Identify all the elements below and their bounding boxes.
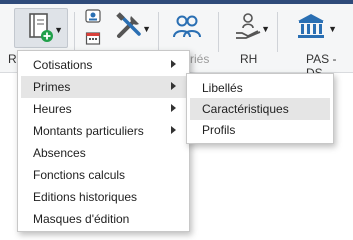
menu-item-editions-historiques[interactable]: Editions historiques (21, 186, 186, 208)
menu-item-fonctions-calculs[interactable]: Fonctions calculs (21, 164, 186, 186)
people-button[interactable] (168, 8, 206, 46)
id-card-button[interactable] (84, 8, 102, 26)
menu-item-heures[interactable]: Heures (21, 98, 186, 120)
chevron-down-icon: ▼ (328, 24, 337, 34)
people-icon (172, 11, 202, 44)
submenu-item-profils[interactable]: Profils (190, 119, 330, 141)
chevron-down-icon: ▼ (54, 25, 63, 35)
separator (218, 12, 219, 52)
menu-item-label: Primes (33, 80, 71, 94)
group-label: R (8, 52, 17, 66)
dropdown-menu: Cotisations Primes Heures Montants parti… (17, 50, 190, 232)
bank-icon (295, 11, 327, 44)
menu-item-masques-edition[interactable]: Masques d'édition (21, 208, 186, 230)
chevron-down-icon: ▼ (261, 24, 270, 34)
chevron-right-icon (171, 82, 176, 90)
menu-item-label: Heures (33, 102, 72, 116)
rh-button[interactable]: ▼ (226, 8, 270, 46)
group-label-rh: RH (240, 52, 258, 66)
chevron-down-icon: ▼ (142, 24, 151, 34)
submenu-item-label: Libellés (202, 81, 243, 95)
tools-icon (113, 10, 145, 45)
submenu-item-libelles[interactable]: Libellés (190, 77, 330, 99)
chevron-right-icon (171, 60, 176, 68)
submenu-item-label: Profils (202, 123, 236, 137)
separator (74, 12, 75, 52)
menu-item-cotisations[interactable]: Cotisations (21, 54, 186, 76)
menu-item-label: Montants particuliers (33, 124, 144, 138)
separator (158, 12, 159, 52)
menu-item-primes[interactable]: Primes (21, 76, 186, 98)
chevron-right-icon (171, 126, 176, 134)
menu-item-label: Cotisations (33, 58, 93, 72)
submenu-primes: Libellés Caractéristiques Profils (186, 73, 334, 144)
menu-item-absences[interactable]: Absences (21, 142, 186, 164)
menu-item-label: Fonctions calculs (33, 168, 126, 182)
menu-item-montants-particuliers[interactable]: Montants particuliers (21, 120, 186, 142)
book-add-icon (26, 11, 56, 46)
hand-person-icon (234, 11, 262, 44)
calendar-icon (85, 30, 101, 49)
submenu-item-label: Caractéristiques (202, 102, 289, 116)
book-add-button[interactable]: ▼ (14, 8, 68, 48)
menu-item-label: Absences (33, 146, 86, 160)
title-bar-strip (0, 0, 353, 4)
submenu-item-caracteristiques[interactable]: Caractéristiques (190, 98, 330, 120)
separator (277, 12, 278, 52)
group-label: riés (190, 52, 210, 66)
id-card-icon (85, 8, 101, 27)
menu-item-label: Editions historiques (33, 190, 138, 204)
chevron-right-icon (171, 104, 176, 112)
tools-button[interactable]: ▼ (106, 8, 152, 46)
bank-button[interactable]: ▼ (285, 8, 337, 46)
calendar-button[interactable] (84, 30, 102, 48)
menu-item-label: Masques d'édition (33, 212, 130, 226)
